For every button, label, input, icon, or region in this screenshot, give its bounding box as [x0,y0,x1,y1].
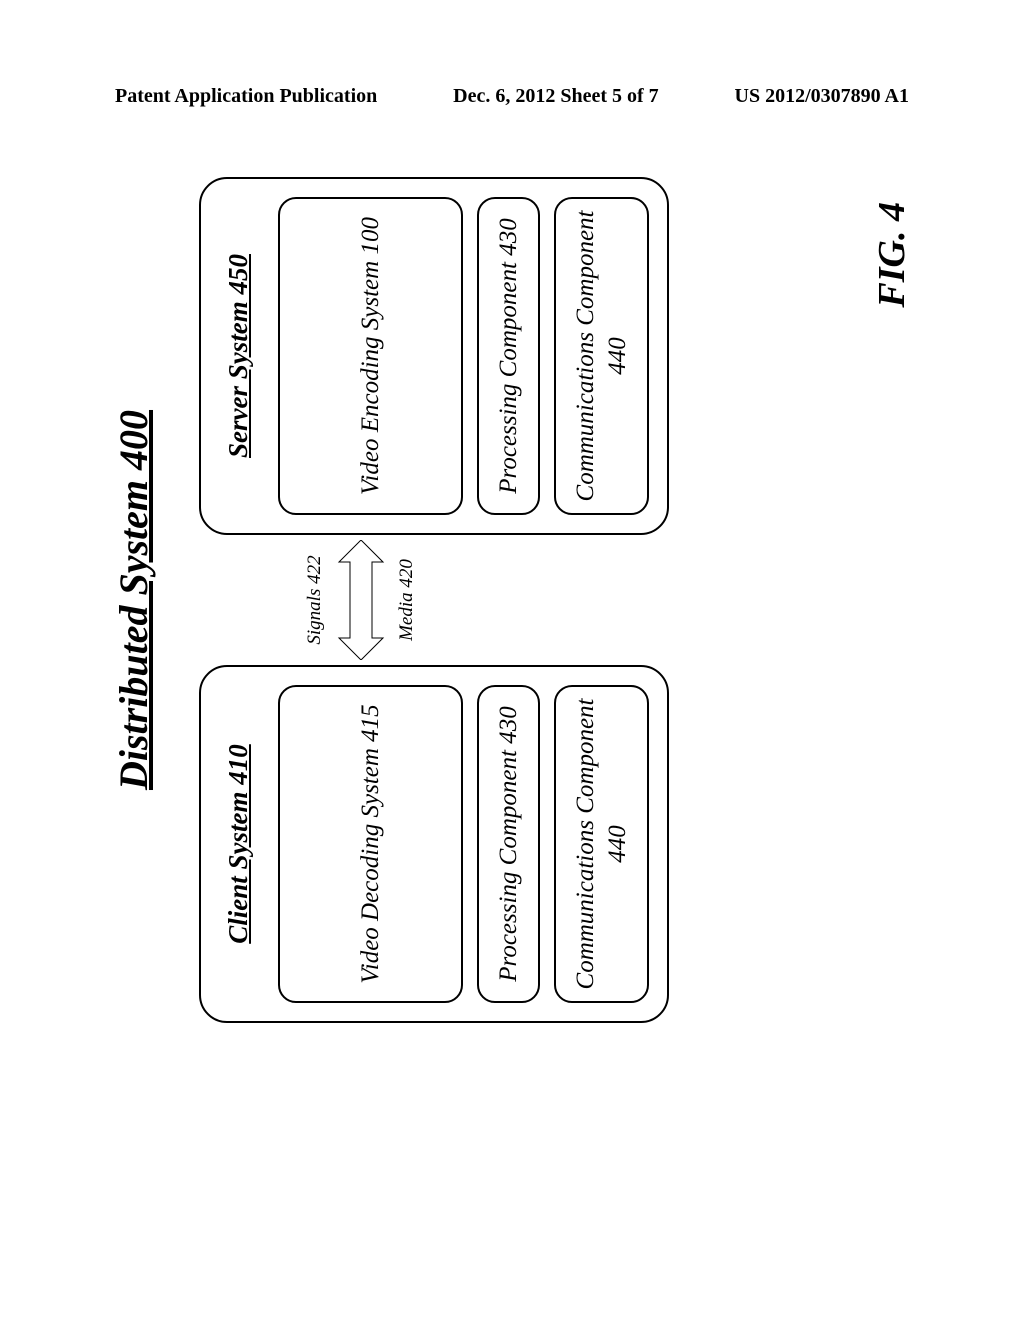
link-column: Signals 422 Media 420 [199,535,418,665]
server-processing-label: Processing Component 430 [493,218,524,493]
page-header: Patent Application Publication Dec. 6, 2… [0,85,1024,108]
header-right: US 2012/0307890 A1 [735,85,909,108]
signals-label: Signals 422 [304,555,326,644]
diagram-area: Distributed System 400 Client System 410… [100,150,920,1050]
diagram-rotated: Distributed System 400 Client System 410… [100,150,920,1050]
server-communications-label: Communications Component 440 [570,209,633,503]
media-label: Media 420 [396,559,418,641]
double-arrow-icon [329,540,393,660]
client-communications-label: Communications Component 440 [570,697,633,991]
header-center: Dec. 6, 2012 Sheet 5 of 7 [453,85,659,108]
server-video-encoding-box: Video Encoding System 100 [278,197,463,515]
client-communications-box: Communications Component 440 [554,685,649,1003]
figure-caption: FIG. 4 [870,202,914,308]
server-system-title: Server System 450 [223,197,254,515]
server-system-box: Server System 450 Video Encoding System … [199,177,669,535]
header-left: Patent Application Publication [115,85,377,108]
diagram-title: Distributed System 400 [110,150,157,1050]
client-video-decoding-box: Video Decoding System 415 [278,685,463,1003]
server-processing-box: Processing Component 430 [477,197,540,515]
client-system-box: Client System 410 Video Decoding System … [199,665,669,1023]
systems-row: Client System 410 Video Decoding System … [199,150,669,1050]
server-communications-box: Communications Component 440 [554,197,649,515]
client-system-title: Client System 410 [223,685,254,1003]
server-video-encoding-label: Video Encoding System 100 [355,217,386,495]
client-processing-label: Processing Component 430 [493,706,524,981]
client-processing-box: Processing Component 430 [477,685,540,1003]
client-video-decoding-label: Video Decoding System 415 [355,704,386,983]
